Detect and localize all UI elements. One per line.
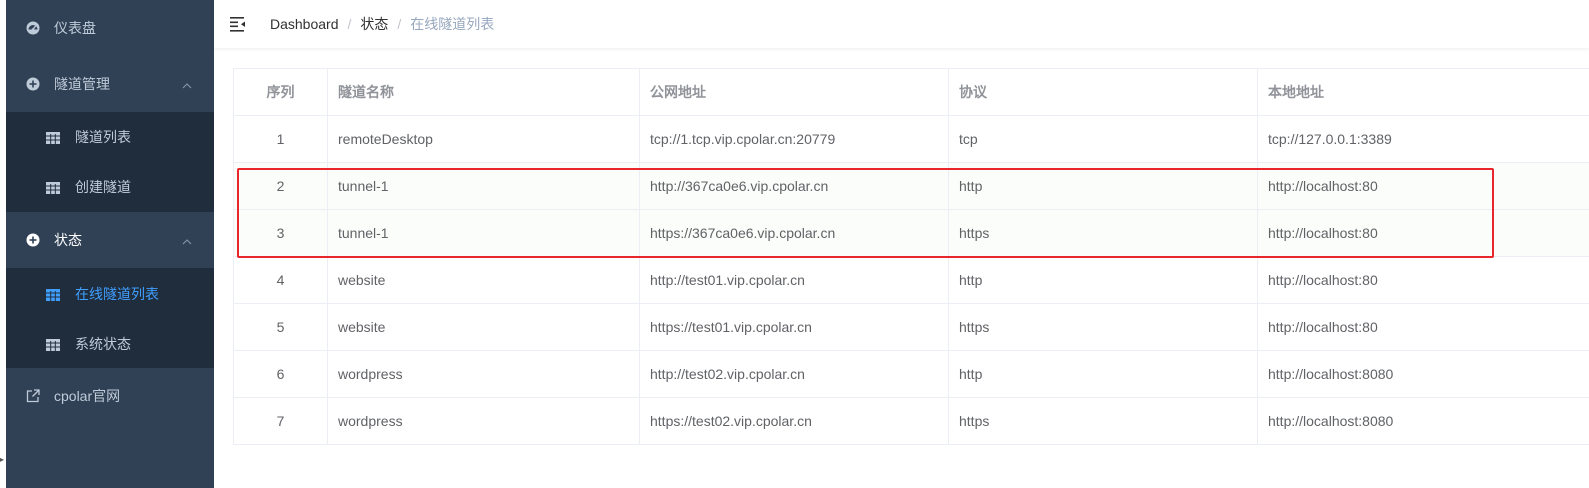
- sidebar-item-label: 在线隧道列表: [75, 286, 159, 302]
- table-row: 5 website https://test01.vip.cpolar.cn h…: [233, 303, 1589, 351]
- cell-tunnel-name: tunnel-1: [327, 162, 640, 210]
- cell-index: 2: [233, 162, 328, 210]
- table-row: 6 wordpress http://test02.vip.cpolar.cn …: [233, 350, 1589, 398]
- sidebar-item-system-status[interactable]: 系统状态: [6, 320, 214, 368]
- breadcrumb-item-current: 在线隧道列表: [410, 16, 495, 32]
- cell-public-url: https://test01.vip.cpolar.cn: [639, 303, 949, 351]
- cell-public-url: tcp://1.tcp.vip.cpolar.cn:20779: [639, 115, 949, 163]
- cell-index: 7: [233, 397, 328, 445]
- breadcrumb: Dashboard / 状态 / 在线隧道列表: [270, 16, 494, 32]
- table-icon: [46, 181, 60, 194]
- sidebar-item-online-tunnels[interactable]: 在线隧道列表: [6, 268, 214, 320]
- table-header-row: 序列 隧道名称 公网地址 协议 本地地址: [233, 68, 1589, 116]
- cell-index: 6: [233, 350, 328, 398]
- cell-protocol: https: [948, 209, 1258, 257]
- cell-local-address: http://localhost:80: [1257, 209, 1589, 257]
- column-header-public-url: 公网地址: [639, 68, 949, 116]
- cell-index: 5: [233, 303, 328, 351]
- submenu-tunnel-management: 隧道列表 创建隧道: [6, 112, 214, 212]
- menu-label: 状态: [54, 232, 82, 248]
- cell-public-url: http://367ca0e6.vip.cpolar.cn: [639, 162, 949, 210]
- navbar: Dashboard / 状态 / 在线隧道列表: [214, 0, 1589, 48]
- cell-public-url: http://test02.vip.cpolar.cn: [639, 350, 949, 398]
- cell-index: 4: [233, 256, 328, 304]
- menu-item-dashboard[interactable]: 仪表盘: [6, 0, 214, 56]
- cell-tunnel-name: website: [327, 303, 640, 351]
- table-row: 1 remoteDesktop tcp://1.tcp.vip.cpolar.c…: [233, 115, 1589, 163]
- cell-tunnel-name: remoteDesktop: [327, 115, 640, 163]
- cell-local-address: http://localhost:80: [1257, 256, 1589, 304]
- table-icon: [46, 338, 60, 351]
- menu-label: 隧道管理: [54, 76, 110, 92]
- cell-tunnel-name: tunnel-1: [327, 209, 640, 257]
- sidebar-item-create-tunnel[interactable]: 创建隧道: [6, 162, 214, 212]
- cell-index: 1: [233, 115, 328, 163]
- dashboard-icon: [26, 21, 40, 35]
- menu-label: 仪表盘: [54, 20, 96, 36]
- cell-local-address: http://localhost:80: [1257, 303, 1589, 351]
- table-row: 7 wordpress https://test02.vip.cpolar.cn…: [233, 397, 1589, 445]
- column-header-index: 序列: [233, 68, 328, 116]
- menu-item-tunnel-management[interactable]: 隧道管理: [6, 56, 214, 112]
- sidebar-item-label: 系统状态: [75, 336, 131, 352]
- sidebar-item-tunnel-list[interactable]: 隧道列表: [6, 112, 214, 162]
- chevron-up-icon: [182, 232, 192, 248]
- column-header-tunnel-name: 隧道名称: [327, 68, 640, 116]
- external-link-icon: [26, 389, 40, 403]
- cell-tunnel-name: wordpress: [327, 350, 640, 398]
- cell-public-url: http://test01.vip.cpolar.cn: [639, 256, 949, 304]
- breadcrumb-item-dashboard[interactable]: Dashboard: [270, 16, 339, 32]
- cell-protocol: http: [948, 256, 1258, 304]
- table-row: 2 tunnel-1 http://367ca0e6.vip.cpolar.cn…: [233, 162, 1589, 210]
- sidebar-item-label: 隧道列表: [75, 129, 131, 145]
- menu-item-cpolar-website[interactable]: cpolar官网: [6, 368, 214, 424]
- breadcrumb-item-status[interactable]: 状态: [360, 16, 388, 32]
- cell-public-url: https://test02.vip.cpolar.cn: [639, 397, 949, 445]
- table-row: 4 website http://test01.vip.cpolar.cn ht…: [233, 256, 1589, 304]
- plus-circle-icon: [26, 77, 40, 91]
- column-header-protocol: 协议: [948, 68, 1258, 116]
- sidebar-item-label: 创建隧道: [75, 179, 131, 195]
- cell-protocol: http: [948, 162, 1258, 210]
- cell-protocol: tcp: [948, 115, 1258, 163]
- cell-tunnel-name: website: [327, 256, 640, 304]
- menu-label: cpolar官网: [54, 388, 121, 404]
- menu-item-status[interactable]: 状态: [6, 212, 214, 268]
- sidebar: 仪表盘 隧道管理 隧道列表 创建隧道 状态 在线隧道列表 系统状态 cpolar…: [6, 0, 214, 488]
- hamburger-icon[interactable]: [230, 16, 246, 32]
- plus-circle-icon: [26, 233, 40, 247]
- collapse-caret-icon[interactable]: ▸: [0, 456, 4, 464]
- breadcrumb-separator: /: [397, 16, 402, 32]
- cell-protocol: http: [948, 350, 1258, 398]
- chevron-up-icon: [182, 76, 192, 92]
- cell-local-address: http://localhost:8080: [1257, 350, 1589, 398]
- submenu-status: 在线隧道列表 系统状态: [6, 268, 214, 368]
- cell-protocol: https: [948, 303, 1258, 351]
- breadcrumb-separator: /: [347, 16, 352, 32]
- cell-public-url: https://367ca0e6.vip.cpolar.cn: [639, 209, 949, 257]
- cell-tunnel-name: wordpress: [327, 397, 640, 445]
- cell-local-address: tcp://127.0.0.1:3389: [1257, 115, 1589, 163]
- table-row: 3 tunnel-1 https://367ca0e6.vip.cpolar.c…: [233, 209, 1589, 257]
- cell-index: 3: [233, 209, 328, 257]
- tunnel-table: 序列 隧道名称 公网地址 协议 本地地址 1 remoteDesktop tcp…: [233, 68, 1589, 445]
- cell-local-address: http://localhost:8080: [1257, 397, 1589, 445]
- column-header-local-address: 本地地址: [1257, 68, 1589, 116]
- cell-local-address: http://localhost:80: [1257, 162, 1589, 210]
- table-icon: [46, 288, 60, 301]
- cell-protocol: https: [948, 397, 1258, 445]
- table-icon: [46, 131, 60, 144]
